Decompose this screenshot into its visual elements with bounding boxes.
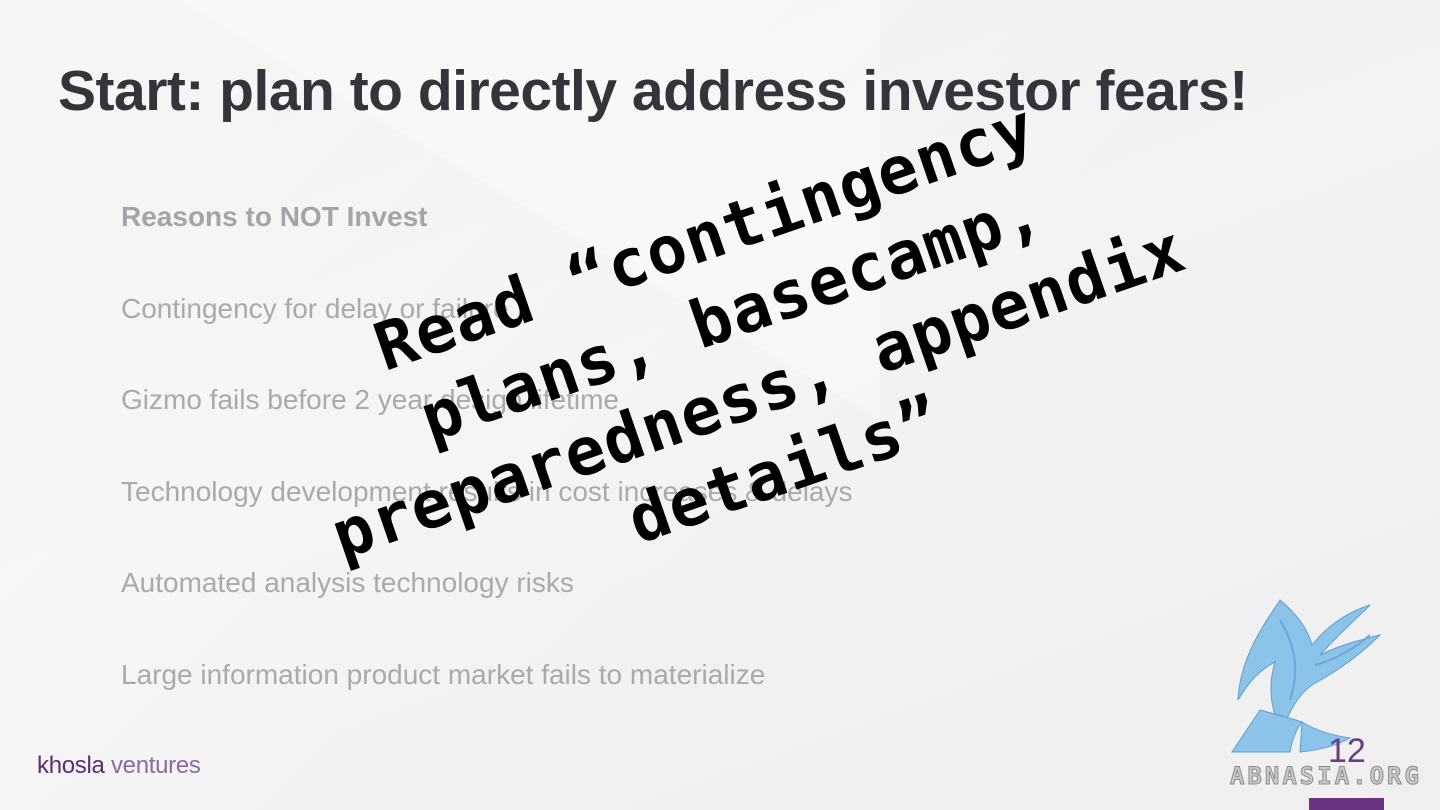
list-item: Large information product market fails t… — [121, 658, 766, 690]
brand-name-part2: ventures — [104, 752, 201, 779]
slide: Start: plan to directly address investor… — [0, 0, 1440, 810]
watermark-text: ABNASIA.ORG — [1230, 762, 1422, 791]
brand-logo: khosla ventures — [37, 752, 201, 780]
page-number: 12 — [1328, 732, 1366, 770]
brand-name-part1: khosla — [37, 752, 105, 779]
accent-bar — [1309, 798, 1384, 810]
